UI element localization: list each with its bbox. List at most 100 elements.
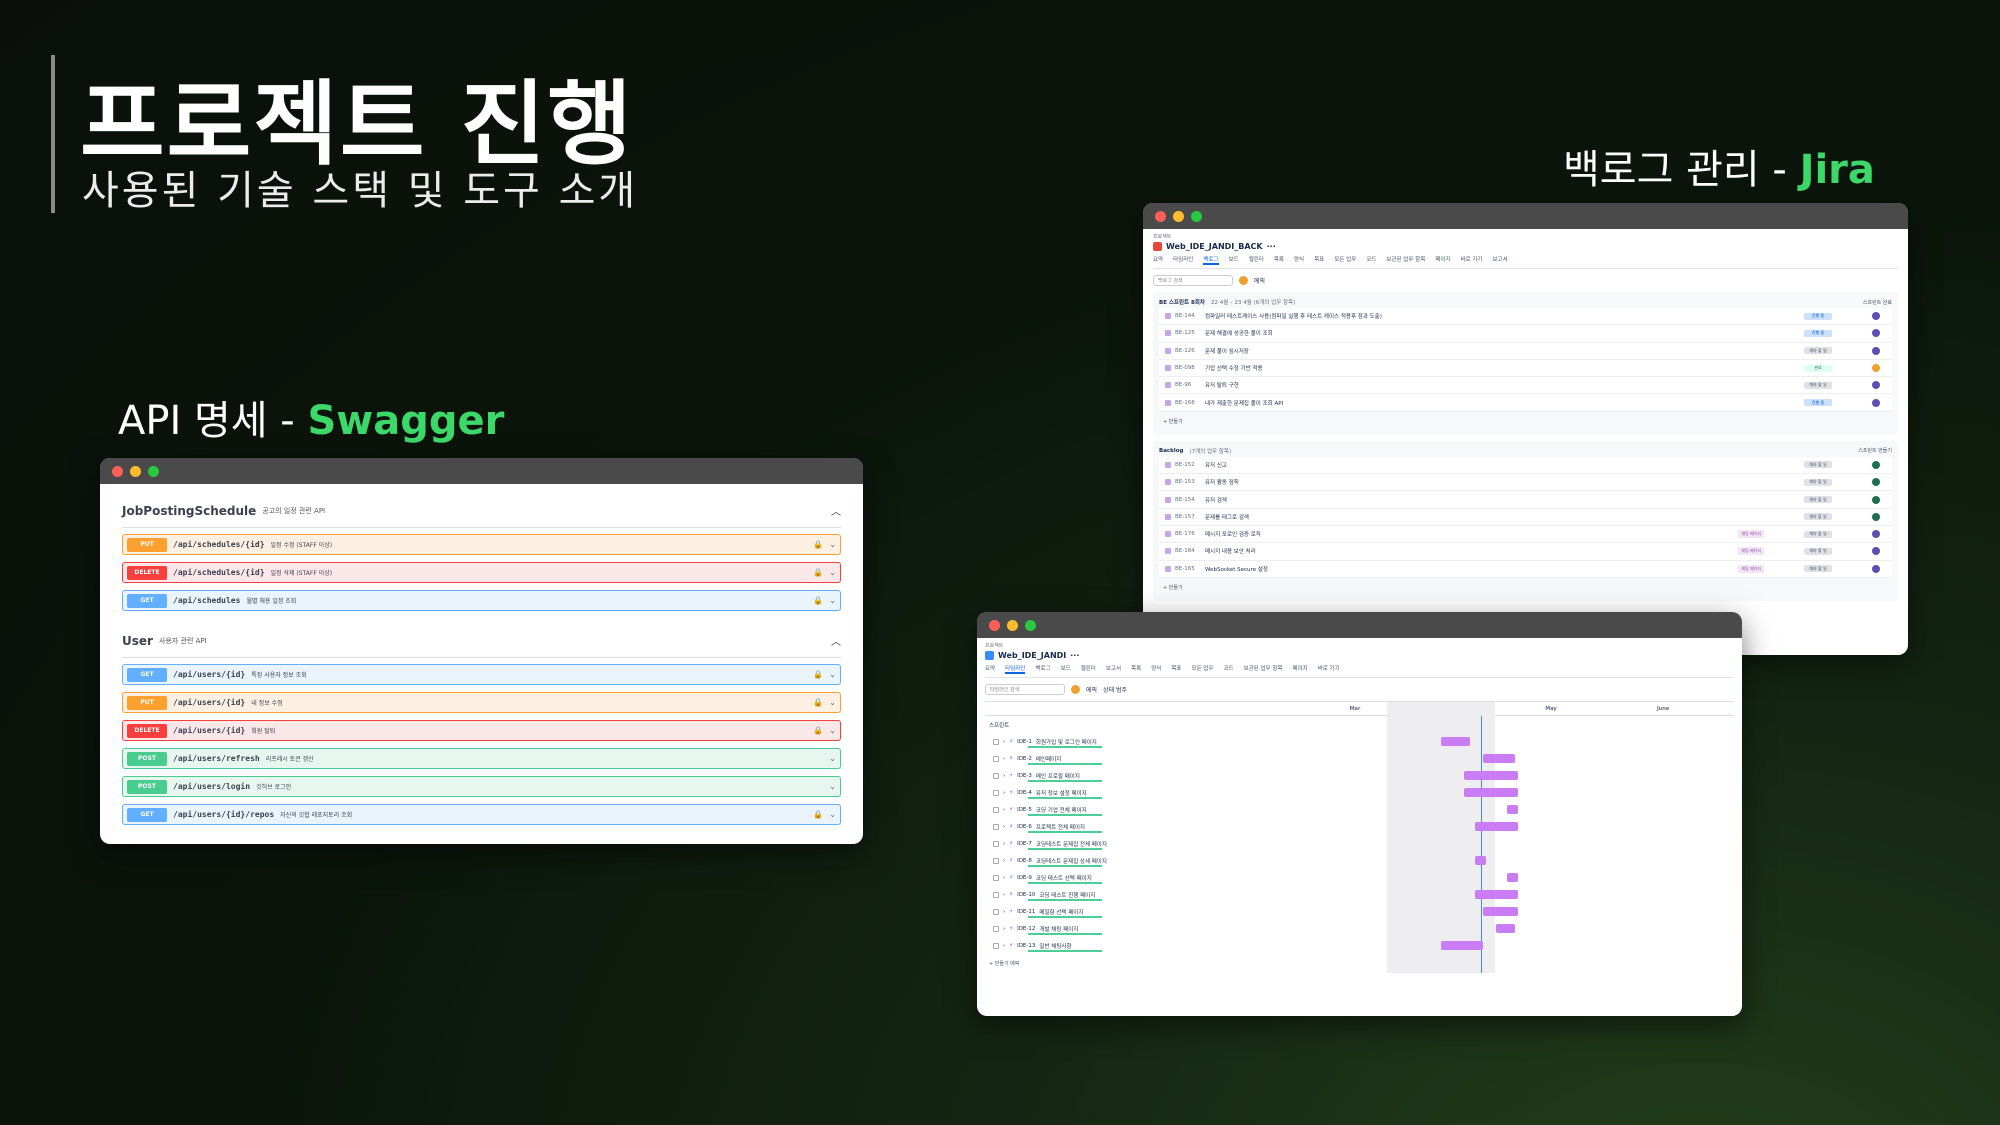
tab-item[interactable]: 목록 [1131,664,1141,674]
create-issue-button[interactable]: + 만들기 [1159,412,1892,431]
epic-key[interactable]: IDE-6 [1017,824,1032,830]
timeline-bar[interactable] [1507,873,1519,882]
breadcrumb[interactable]: 프로젝트 [985,642,1734,649]
epic-key[interactable]: IDE-4 [1017,790,1032,796]
row-checkbox[interactable] [993,925,999,932]
expand-chevron-icon[interactable]: › [1003,773,1005,779]
tab-item[interactable]: 보관된 업무 항목 [1386,255,1425,265]
avatar[interactable] [1071,685,1080,694]
lock-icon[interactable]: 🔒 [813,540,823,549]
tab-item[interactable]: 목표 [1171,664,1181,674]
epic-row[interactable]: › ⚡ IDE-7 코딩테스트 문제집 전체 페이지 [985,835,1734,852]
epic-key[interactable]: IDE-3 [1017,773,1032,779]
epic-name[interactable]: 코딩 테스트 선택 페이지 [1036,874,1092,882]
tab-item[interactable]: 백로그 [1203,255,1219,265]
epic-key[interactable]: IDE-7 [1017,841,1032,847]
status-badge[interactable]: 해야 할 일 [1804,381,1832,389]
maximize-window-button[interactable] [1191,210,1202,222]
timeline-bar[interactable] [1463,771,1519,780]
lock-icon[interactable]: 🔒 [813,568,823,577]
api-operation[interactable]: DELETE/api/users/{id} 회원 탈퇴 🔒 ⌄ [122,720,841,741]
chevron-down-icon[interactable]: ⌄ [829,810,836,819]
assignee-avatar[interactable] [1872,329,1880,338]
issue-summary[interactable]: 문제를 태그로 검색 [1205,513,1804,521]
expand-chevron-icon[interactable]: › [1003,875,1005,881]
epic-name[interactable]: 회원가입 및 로그인 페이지 [1036,738,1097,746]
tab-item[interactable]: 바로 가기 [1318,664,1340,674]
epic-row[interactable]: › ⚡ IDE-2 메인페이지 [985,750,1734,767]
status-badge[interactable]: 해야 할 일 [1804,530,1832,538]
issue-key[interactable]: BE-154 [1175,497,1205,503]
lock-icon[interactable]: 🔒 [813,726,823,735]
expand-chevron-icon[interactable]: › [1003,858,1005,864]
row-checkbox[interactable] [993,772,999,779]
chevron-down-icon[interactable]: ⌄ [829,698,836,707]
backlog-search-input[interactable]: 백로그 검색 [1153,275,1233,286]
epic-name[interactable]: 유저 정보 설정 페이지 [1036,789,1087,797]
epic-key[interactable]: IDE-9 [1017,875,1032,881]
issue-row[interactable]: BE-098 기업 선택 수정 기반 적용 완료 [1159,359,1892,378]
epic-key[interactable]: IDE-12 [1017,926,1035,932]
tab-item[interactable]: 캘린더 [1081,664,1096,674]
epic-name[interactable]: 프로젝트 전체 페이지 [1036,823,1085,831]
assignee-avatar[interactable] [1872,460,1880,469]
status-badge[interactable]: 진행 중 [1804,312,1832,320]
tab-item[interactable]: 목표 [1314,255,1324,265]
tab-item[interactable]: 요약 [985,664,995,674]
issue-summary[interactable]: 기업 선택 수정 기반 적용 [1205,364,1804,372]
epic-key[interactable]: IDE-8 [1017,858,1032,864]
epic-name[interactable]: 메인 프로필 페이지 [1036,772,1080,780]
minimize-window-button[interactable] [1007,619,1018,631]
row-checkbox[interactable] [993,840,999,847]
issue-summary[interactable]: 유저 활동 점칙 [1205,478,1804,486]
expand-chevron-icon[interactable]: › [1003,824,1005,830]
issue-summary[interactable]: 내가 제출한 문제집 풀이 조회 API [1205,399,1804,407]
epic-row[interactable]: › ⚡ IDE-12 개발 채팅 페이지 [985,920,1734,937]
issue-row[interactable]: BE-154 유저 검색 해야 할 일 [1159,491,1892,509]
row-checkbox[interactable] [993,755,999,762]
create-sprint-button[interactable]: 스프린트 만들기 [1858,447,1892,454]
tab-item[interactable]: 보드 [1061,664,1071,674]
issue-key[interactable]: BE-153 [1175,479,1205,485]
expand-chevron-icon[interactable]: › [1003,909,1005,915]
timeline-bar[interactable] [1475,822,1519,831]
tab-item[interactable]: 모든 업무 [1334,255,1356,265]
status-badge[interactable]: 진행 중 [1804,329,1832,337]
assignee-avatar[interactable] [1872,364,1880,373]
status-badge[interactable]: 해야 할 일 [1804,461,1832,469]
lock-icon[interactable]: 🔒 [813,596,823,605]
timeline-bar[interactable] [1507,805,1519,814]
timeline-bar[interactable] [1441,941,1483,950]
tab-item[interactable]: 페이지 [1292,664,1307,674]
api-operation[interactable]: PUT/api/users/{id} 내 정보 수정 🔒 ⌄ [122,692,841,713]
tab-item[interactable]: 코드 [1223,664,1233,674]
expand-chevron-icon[interactable]: › [1003,790,1005,796]
tab-item[interactable]: 요약 [1153,255,1163,265]
epic-key[interactable]: IDE-5 [1017,807,1032,813]
assignee-avatar[interactable] [1872,346,1880,355]
close-window-button[interactable] [1155,210,1166,222]
timeline-bar[interactable] [1483,754,1515,763]
status-badge[interactable]: 해야 할 일 [1804,513,1832,521]
status-badge[interactable]: 진행 중 [1804,399,1832,407]
epic-key[interactable]: IDE-1 [1017,739,1032,745]
tab-item[interactable]: 양식 [1294,255,1304,265]
chevron-down-icon[interactable]: ⌄ [829,754,836,763]
status-badge[interactable]: 해야 할 일 [1804,565,1832,573]
epic-name[interactable]: 코딩테스트 문제집 상세 페이지 [1036,857,1107,865]
epic-name[interactable]: 코딩테스트 문제집 전체 페이지 [1036,840,1107,848]
timeline-bar[interactable] [1441,737,1471,746]
issue-row[interactable]: BE-125 문제 해결에 성공한 풀이 조회 진행 중 [1159,325,1892,343]
issue-row[interactable]: BE-165 WebSocket Secure 설정 채팅 페이지 해야 할 일 [1159,560,1892,578]
row-checkbox[interactable] [993,891,999,898]
tab-item[interactable]: 양식 [1151,664,1161,674]
tab-item[interactable]: 보드 [1229,255,1239,265]
row-checkbox[interactable] [993,942,999,949]
api-operation[interactable]: GET/api/users/{id} 특정 사용자 정보 조회 🔒 ⌄ [122,664,841,685]
tab-item[interactable]: 코드 [1366,255,1376,265]
timeline-search-input[interactable]: 타임라인 검색 [985,684,1065,695]
assignee-avatar[interactable] [1872,512,1880,521]
issue-row[interactable]: BE-144 컴파일러 테스트케이스 사용(컴파일 실행 후 테스트 케이스 적용… [1159,308,1892,326]
row-checkbox[interactable] [993,806,999,813]
epic-row[interactable]: › ⚡ IDE-1 회원가입 및 로그인 페이지 [985,733,1734,750]
